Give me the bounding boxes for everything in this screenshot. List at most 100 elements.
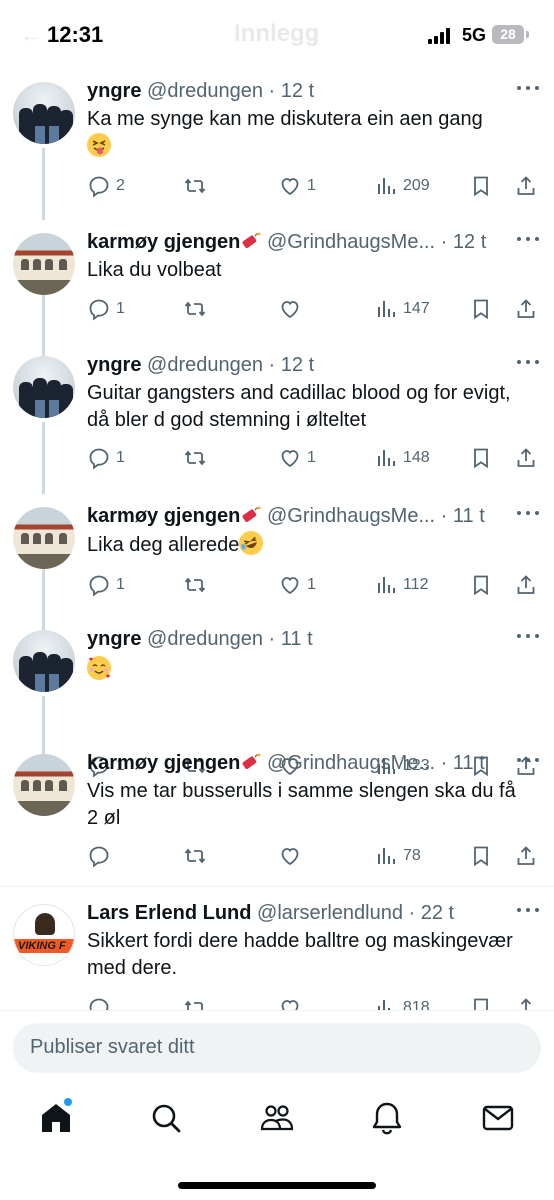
- avatar[interactable]: [13, 356, 75, 418]
- author-name[interactable]: karmøy gjengen: [87, 505, 240, 527]
- author-handle[interactable]: @dredungen: [147, 354, 263, 376]
- reply-button[interactable]: [87, 994, 116, 1010]
- share-button[interactable]: [514, 295, 538, 323]
- more-options-icon[interactable]: [515, 758, 541, 766]
- author-name[interactable]: karmøy gjengen: [87, 752, 240, 774]
- avatar[interactable]: [13, 233, 75, 295]
- avatar[interactable]: [13, 754, 75, 816]
- tweet[interactable]: yngre @dredungen · 12 t Ka me synge kan …: [0, 78, 554, 208]
- back-arrow-icon[interactable]: ←: [20, 22, 42, 48]
- tweet[interactable]: yngre @dredungen · 12 t Guitar gangsters…: [0, 352, 554, 487]
- view-count: 112: [403, 576, 429, 593]
- bookmark-button[interactable]: [469, 994, 493, 1010]
- views-icon: [378, 577, 395, 593]
- bookmark-button[interactable]: [469, 444, 493, 472]
- share-button[interactable]: [514, 571, 538, 599]
- tweet[interactable]: karmøy gjengen @GrindhaugsMe... · 11 t V…: [0, 750, 554, 880]
- retweet-button[interactable]: [183, 994, 212, 1010]
- reply-button[interactable]: 1: [87, 444, 125, 472]
- more-options-icon[interactable]: [515, 86, 541, 94]
- author-handle[interactable]: @larserlendlund: [257, 902, 403, 924]
- like-button[interactable]: [278, 295, 307, 323]
- retweet-button[interactable]: [183, 444, 212, 472]
- author-name[interactable]: karmøy gjengen: [87, 231, 240, 253]
- retweet-icon: [184, 1000, 203, 1010]
- author-name[interactable]: yngre: [87, 80, 141, 102]
- share-icon: [517, 998, 535, 1010]
- retweet-button[interactable]: [183, 842, 212, 870]
- communities-icon: [260, 1105, 294, 1131]
- views-button[interactable]: 209: [374, 172, 430, 200]
- tweet-actions: 1 1 148: [87, 444, 547, 472]
- share-button[interactable]: [514, 444, 538, 472]
- avatar[interactable]: [13, 82, 75, 144]
- separator: ·: [262, 80, 281, 102]
- tweet[interactable]: karmøy gjengen @GrindhaugsMe... · 11 t L…: [0, 503, 554, 623]
- more-options-icon[interactable]: [515, 360, 541, 368]
- more-options-icon[interactable]: [515, 908, 541, 916]
- more-options-icon[interactable]: [515, 237, 541, 245]
- timestamp[interactable]: 12 t: [281, 354, 314, 376]
- reply-icon: [89, 998, 109, 1010]
- views-button[interactable]: 78: [374, 842, 421, 870]
- share-button[interactable]: [514, 842, 538, 870]
- timestamp[interactable]: 12 t: [453, 231, 486, 253]
- views-button[interactable]: 112: [374, 571, 429, 599]
- timestamp[interactable]: 22 t: [421, 902, 454, 924]
- status-bar: ← Innlegg 12:31 5G 28: [0, 0, 554, 66]
- retweet-button[interactable]: [183, 295, 212, 323]
- bookmark-button[interactable]: [469, 295, 493, 323]
- author-name[interactable]: Lars Erlend Lund: [87, 902, 251, 924]
- author-handle[interactable]: @dredungen: [147, 628, 263, 650]
- avatar[interactable]: [13, 630, 75, 692]
- like-button[interactable]: 1: [278, 172, 316, 200]
- author-handle[interactable]: @dredungen: [147, 80, 263, 102]
- timestamp[interactable]: 12 t: [281, 80, 314, 102]
- share-button[interactable]: [514, 172, 538, 200]
- home-indicator[interactable]: [178, 1182, 376, 1189]
- author-handle[interactable]: @GrindhaugsMe...: [267, 752, 435, 774]
- author-name[interactable]: yngre: [87, 628, 141, 650]
- reply-input[interactable]: Publiser svaret ditt: [13, 1023, 541, 1073]
- bookmark-button[interactable]: [469, 172, 493, 200]
- notifications-icon: [372, 1102, 402, 1135]
- tab-communities[interactable]: [259, 1100, 295, 1136]
- retweet-button[interactable]: [183, 571, 212, 599]
- author-handle[interactable]: @GrindhaugsMe...: [267, 505, 435, 527]
- avatar[interactable]: VIKING F: [13, 904, 75, 966]
- tweet-actions: 1 147: [87, 295, 547, 323]
- views-button[interactable]: 148: [374, 444, 430, 472]
- tab-search[interactable]: [148, 1100, 184, 1136]
- like-button[interactable]: 1: [278, 571, 316, 599]
- tweet[interactable]: yngre @dredungen · 11 t 1 123: [0, 626, 554, 778]
- retweet-icon: [184, 301, 206, 317]
- tweet[interactable]: VIKING F Lars Erlend Lund @larserlendlun…: [0, 900, 554, 1010]
- author-name[interactable]: yngre: [87, 354, 141, 376]
- author-handle[interactable]: @GrindhaugsMe...: [267, 231, 435, 253]
- bookmark-button[interactable]: [469, 842, 493, 870]
- tab-notifications[interactable]: [369, 1100, 405, 1136]
- avatar[interactable]: [13, 507, 75, 569]
- reply-button[interactable]: 1: [87, 295, 125, 323]
- more-options-icon[interactable]: [515, 511, 541, 519]
- timestamp[interactable]: 11 t: [281, 628, 313, 650]
- tweet[interactable]: karmøy gjengen @GrindhaugsMe... · 12 t L…: [0, 229, 554, 349]
- like-button[interactable]: [278, 994, 307, 1010]
- reply-button[interactable]: 1: [87, 571, 125, 599]
- tweet-header: yngre @dredungen · 12 t: [87, 78, 507, 104]
- bookmark-button[interactable]: [469, 571, 493, 599]
- views-button[interactable]: 818: [374, 994, 430, 1010]
- tweet-text-content: Lika deg allerede: [87, 534, 240, 556]
- timestamp[interactable]: 11 t: [453, 505, 485, 527]
- like-button[interactable]: 1: [278, 444, 316, 472]
- tab-messages[interactable]: [480, 1100, 516, 1136]
- retweet-button[interactable]: [183, 172, 212, 200]
- views-button[interactable]: 147: [374, 295, 430, 323]
- more-options-icon[interactable]: [515, 634, 541, 642]
- timestamp[interactable]: 11 t: [453, 752, 485, 774]
- share-button[interactable]: [514, 994, 538, 1010]
- tab-home[interactable]: [38, 1098, 74, 1136]
- reply-button[interactable]: [87, 842, 116, 870]
- reply-button[interactable]: 2: [87, 172, 125, 200]
- like-button[interactable]: [278, 842, 307, 870]
